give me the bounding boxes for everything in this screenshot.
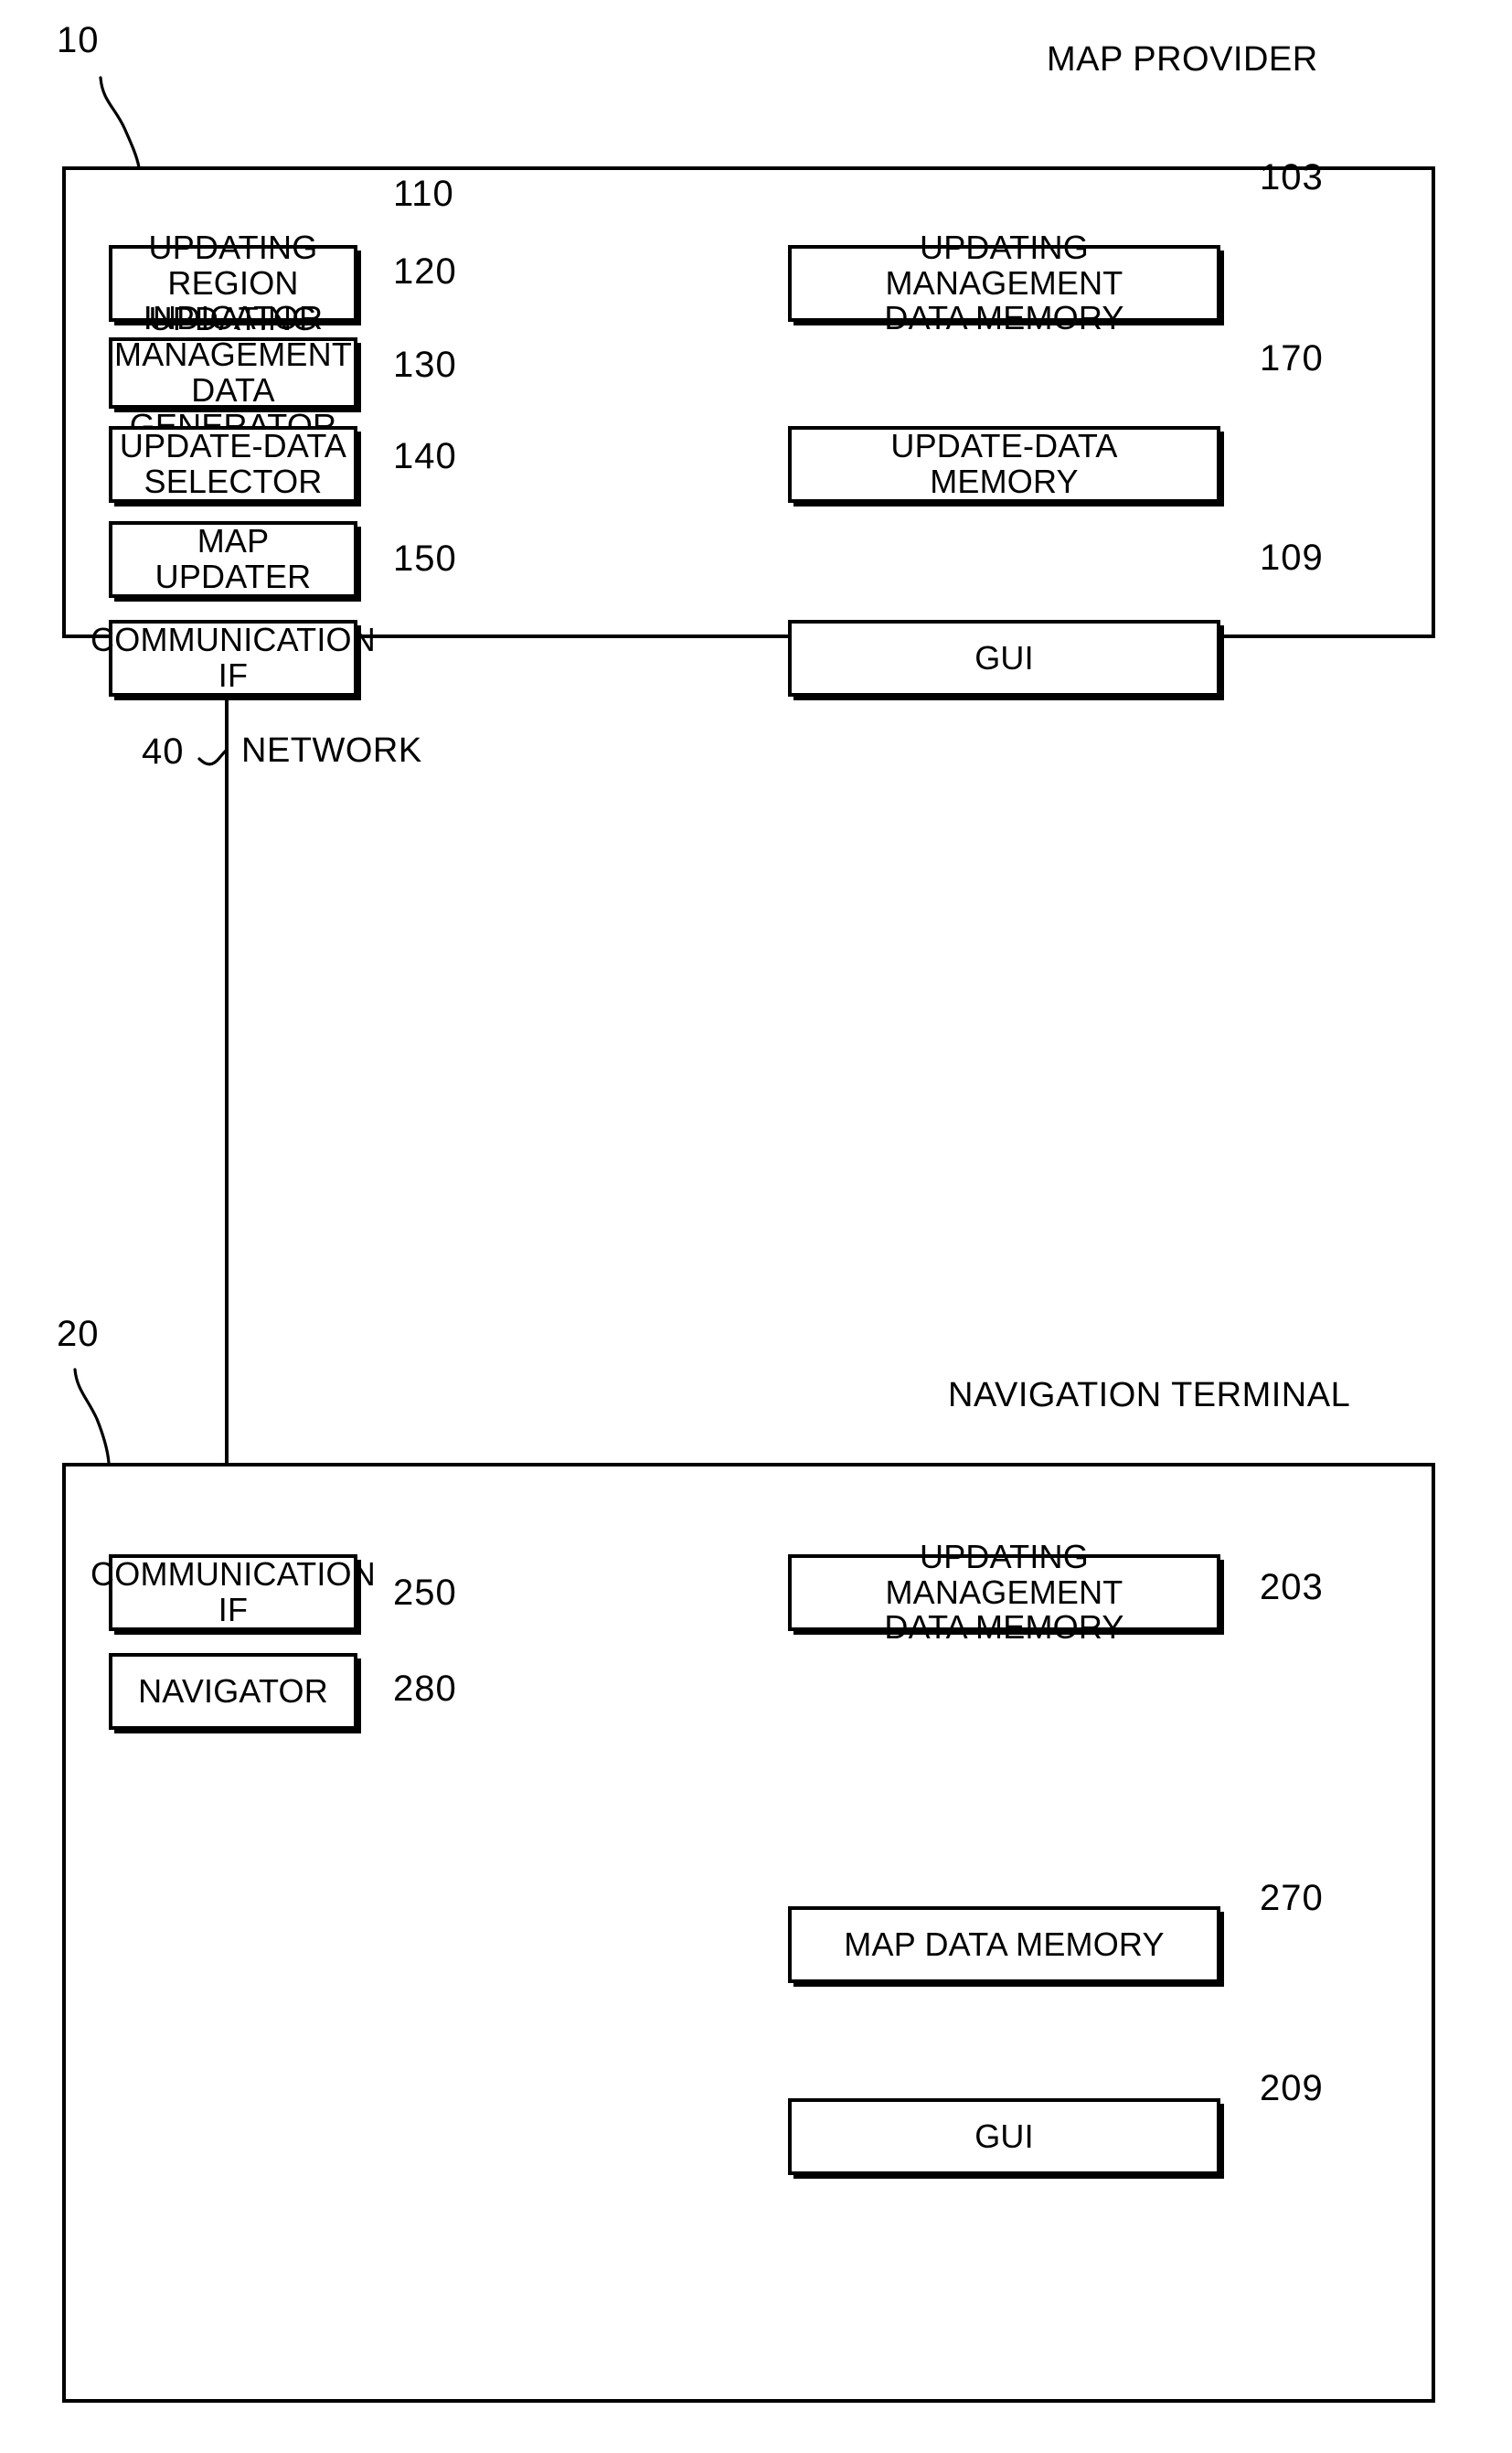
component-map-updater[interactable]: MAP UPDATER bbox=[109, 521, 357, 598]
component-label: MAP UPDATER bbox=[154, 522, 312, 595]
component-label: UPDATING MANAGEMENT DATA MEMORY bbox=[884, 228, 1124, 337]
component-label: COMMUNICATION IF bbox=[91, 621, 376, 694]
component-updating-management-data-memory-provider[interactable]: UPDATING MANAGEMENT DATA MEMORY bbox=[788, 229, 1220, 336]
component-map-data-memory[interactable]: MAP DATA MEMORY bbox=[788, 1906, 1220, 1983]
component-navigator[interactable]: NAVIGATOR bbox=[109, 1653, 357, 1730]
ref-numeral-140: 140 bbox=[393, 436, 457, 476]
navigation-terminal-title: NAVIGATION TERMINAL bbox=[948, 1376, 1351, 1414]
component-label: GUI bbox=[974, 638, 1034, 677]
component-communication-if-provider[interactable]: COMMUNICATION IF bbox=[91, 620, 376, 697]
ref-numeral-10: 10 bbox=[57, 20, 100, 60]
component-label: MAP DATA MEMORY bbox=[844, 1925, 1165, 1963]
ref-numeral-103: 103 bbox=[1260, 157, 1324, 197]
ref-numeral-280: 280 bbox=[393, 1669, 457, 1709]
ref-numeral-270: 270 bbox=[1260, 1878, 1324, 1918]
component-updating-management-data-generator[interactable]: UPDATING MANAGEMENT DATA GENERATOR bbox=[109, 301, 357, 443]
ref-numeral-170: 170 bbox=[1260, 338, 1324, 379]
figure-canvas: MAP PROVIDER 10 UPDATING REGION INDICATO… bbox=[0, 0, 1512, 2453]
leader-20 bbox=[73, 1368, 111, 1465]
component-label: GUI bbox=[974, 2117, 1034, 2155]
map-provider-title: MAP PROVIDER bbox=[1047, 40, 1318, 79]
ref-numeral-130: 130 bbox=[393, 345, 457, 385]
ref-numeral-20: 20 bbox=[57, 1314, 100, 1354]
ref-numeral-40: 40 bbox=[142, 731, 185, 772]
ref-numeral-120: 120 bbox=[393, 251, 457, 292]
component-gui-provider[interactable]: GUI bbox=[788, 620, 1220, 697]
leader-10 bbox=[99, 76, 141, 169]
leader-40 bbox=[197, 748, 229, 766]
ref-numeral-209: 209 bbox=[1260, 2068, 1324, 2108]
component-gui-terminal[interactable]: GUI bbox=[788, 2098, 1220, 2175]
component-update-data-memory[interactable]: UPDATE-DATA MEMORY bbox=[788, 426, 1220, 503]
component-updating-management-data-memory-terminal[interactable]: UPDATING MANAGEMENT DATA MEMORY bbox=[788, 1539, 1220, 1645]
component-update-data-selector[interactable]: UPDATE-DATA SELECTOR bbox=[109, 426, 357, 503]
component-label: UPDATING MANAGEMENT DATA GENERATOR bbox=[114, 300, 353, 443]
component-label: UPDATE-DATA MEMORY bbox=[890, 427, 1118, 500]
component-label: UPDATING MANAGEMENT DATA MEMORY bbox=[884, 1537, 1124, 1647]
component-communication-if-terminal[interactable]: COMMUNICATION IF bbox=[91, 1554, 376, 1631]
ref-numeral-203: 203 bbox=[1260, 1567, 1324, 1607]
component-label: COMMUNICATION IF bbox=[91, 1555, 376, 1628]
ref-numeral-109: 109 bbox=[1260, 538, 1324, 578]
ref-numeral-250: 250 bbox=[393, 1573, 457, 1613]
network-label: NETWORK bbox=[241, 731, 422, 770]
component-label: UPDATE-DATA SELECTOR bbox=[119, 427, 347, 500]
ref-numeral-150: 150 bbox=[393, 539, 457, 579]
component-label: NAVIGATOR bbox=[138, 1671, 328, 1710]
ref-numeral-110: 110 bbox=[393, 174, 454, 214]
